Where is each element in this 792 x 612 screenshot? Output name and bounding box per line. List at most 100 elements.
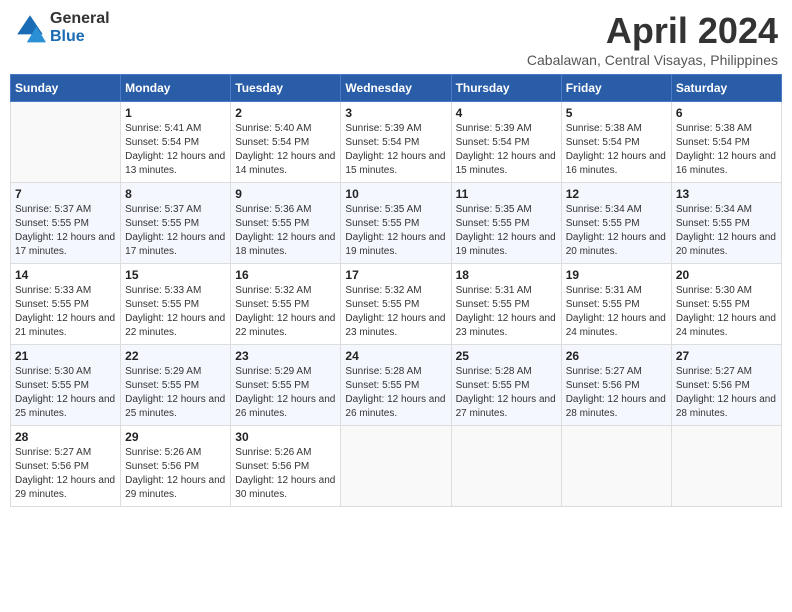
day-info: Sunrise: 5:34 AMSunset: 5:55 PMDaylight:… [566,203,667,259]
day-number: 6 [676,106,777,120]
day-info: Sunrise: 5:26 AMSunset: 5:56 PMDaylight:… [125,446,226,502]
calendar-day-cell: 12 Sunrise: 5:34 AMSunset: 5:55 PMDayligh… [561,183,671,264]
day-number: 16 [235,268,336,282]
day-info: Sunrise: 5:27 AMSunset: 5:56 PMDaylight:… [15,446,116,502]
day-info: Sunrise: 5:40 AMSunset: 5:54 PMDaylight:… [235,122,336,178]
day-number: 14 [15,268,116,282]
calendar-day-cell: 11 Sunrise: 5:35 AMSunset: 5:55 PMDayligh… [451,183,561,264]
day-number: 28 [15,430,116,444]
day-number: 29 [125,430,226,444]
calendar-week-row: 14 Sunrise: 5:33 AMSunset: 5:55 PMDayligh… [11,264,782,345]
day-info: Sunrise: 5:37 AMSunset: 5:55 PMDaylight:… [15,203,116,259]
day-info: Sunrise: 5:32 AMSunset: 5:55 PMDaylight:… [345,284,446,340]
calendar-day-cell: 25 Sunrise: 5:28 AMSunset: 5:55 PMDayligh… [451,345,561,426]
page-header: General Blue April 2024 Cabalawan, Centr… [10,10,782,68]
day-number: 23 [235,349,336,363]
day-number: 1 [125,106,226,120]
day-info: Sunrise: 5:31 AMSunset: 5:55 PMDaylight:… [456,284,557,340]
day-info: Sunrise: 5:35 AMSunset: 5:55 PMDaylight:… [456,203,557,259]
day-number: 15 [125,268,226,282]
calendar-day-cell: 18 Sunrise: 5:31 AMSunset: 5:55 PMDayligh… [451,264,561,345]
weekday-header: Sunday [11,75,121,102]
title-block: April 2024 Cabalawan, Central Visayas, P… [527,10,778,68]
calendar-day-cell: 14 Sunrise: 5:33 AMSunset: 5:55 PMDayligh… [11,264,121,345]
day-number: 13 [676,187,777,201]
calendar-day-cell [341,426,451,507]
day-number: 11 [456,187,557,201]
day-info: Sunrise: 5:30 AMSunset: 5:55 PMDaylight:… [15,365,116,421]
calendar-day-cell: 3 Sunrise: 5:39 AMSunset: 5:54 PMDaylight… [341,102,451,183]
calendar-day-cell: 26 Sunrise: 5:27 AMSunset: 5:56 PMDayligh… [561,345,671,426]
day-info: Sunrise: 5:26 AMSunset: 5:56 PMDaylight:… [235,446,336,502]
day-info: Sunrise: 5:28 AMSunset: 5:55 PMDaylight:… [456,365,557,421]
logo-text: General Blue [50,10,110,45]
day-info: Sunrise: 5:39 AMSunset: 5:54 PMDaylight:… [345,122,446,178]
calendar-day-cell: 28 Sunrise: 5:27 AMSunset: 5:56 PMDayligh… [11,426,121,507]
calendar-day-cell: 27 Sunrise: 5:27 AMSunset: 5:56 PMDayligh… [671,345,781,426]
calendar-day-cell: 10Sunrise: 5:35 AMSunset: 5:55 PMDayligh… [341,183,451,264]
calendar-day-cell: 16 Sunrise: 5:32 AMSunset: 5:55 PMDayligh… [231,264,341,345]
day-number: 10 [345,187,446,201]
day-info: Sunrise: 5:32 AMSunset: 5:55 PMDaylight:… [235,284,336,340]
calendar-day-cell [451,426,561,507]
day-number: 27 [676,349,777,363]
weekday-header: Friday [561,75,671,102]
day-number: 3 [345,106,446,120]
weekday-header: Wednesday [341,75,451,102]
calendar-day-cell: 5Sunrise: 5:38 AMSunset: 5:54 PMDaylight… [561,102,671,183]
logo-general-text: General [50,10,110,28]
calendar-day-cell: 29 Sunrise: 5:26 AMSunset: 5:56 PMDayligh… [121,426,231,507]
logo: General Blue [14,10,110,45]
calendar-day-cell [11,102,121,183]
logo-icon [14,12,46,44]
day-number: 25 [456,349,557,363]
day-number: 2 [235,106,336,120]
logo-blue-text: Blue [50,28,110,46]
day-info: Sunrise: 5:36 AMSunset: 5:55 PMDaylight:… [235,203,336,259]
day-info: Sunrise: 5:34 AMSunset: 5:55 PMDaylight:… [676,203,777,259]
day-info: Sunrise: 5:29 AMSunset: 5:55 PMDaylight:… [125,365,226,421]
day-number: 18 [456,268,557,282]
day-info: Sunrise: 5:33 AMSunset: 5:55 PMDaylight:… [15,284,116,340]
day-info: Sunrise: 5:28 AMSunset: 5:55 PMDaylight:… [345,365,446,421]
day-info: Sunrise: 5:33 AMSunset: 5:55 PMDaylight:… [125,284,226,340]
day-info: Sunrise: 5:31 AMSunset: 5:55 PMDaylight:… [566,284,667,340]
calendar-day-cell: 13 Sunrise: 5:34 AMSunset: 5:55 PMDayligh… [671,183,781,264]
day-number: 7 [15,187,116,201]
calendar-title: April 2024 [527,10,778,52]
day-number: 5 [566,106,667,120]
day-number: 20 [676,268,777,282]
calendar-day-cell: 6Sunrise: 5:38 AMSunset: 5:54 PMDaylight… [671,102,781,183]
calendar-table: SundayMondayTuesdayWednesdayThursdayFrid… [10,74,782,507]
calendar-day-cell: 17 Sunrise: 5:32 AMSunset: 5:55 PMDayligh… [341,264,451,345]
calendar-week-row: 1Sunrise: 5:41 AMSunset: 5:54 PMDaylight… [11,102,782,183]
day-number: 21 [15,349,116,363]
day-number: 8 [125,187,226,201]
weekday-header: Thursday [451,75,561,102]
calendar-location: Cabalawan, Central Visayas, Philippines [527,52,778,68]
day-info: Sunrise: 5:27 AMSunset: 5:56 PMDaylight:… [566,365,667,421]
calendar-day-cell: 7 Sunrise: 5:37 AMSunset: 5:55 PMDaylight… [11,183,121,264]
calendar-day-cell: 4Sunrise: 5:39 AMSunset: 5:54 PMDaylight… [451,102,561,183]
day-number: 22 [125,349,226,363]
day-number: 26 [566,349,667,363]
day-info: Sunrise: 5:27 AMSunset: 5:56 PMDaylight:… [676,365,777,421]
calendar-day-cell: 22 Sunrise: 5:29 AMSunset: 5:55 PMDayligh… [121,345,231,426]
calendar-day-cell: 30 Sunrise: 5:26 AMSunset: 5:56 PMDayligh… [231,426,341,507]
day-number: 30 [235,430,336,444]
weekday-header: Saturday [671,75,781,102]
day-number: 4 [456,106,557,120]
day-number: 19 [566,268,667,282]
day-number: 17 [345,268,446,282]
day-info: Sunrise: 5:29 AMSunset: 5:55 PMDaylight:… [235,365,336,421]
day-info: Sunrise: 5:37 AMSunset: 5:55 PMDaylight:… [125,203,226,259]
calendar-day-cell: 19 Sunrise: 5:31 AMSunset: 5:55 PMDayligh… [561,264,671,345]
calendar-header-row: SundayMondayTuesdayWednesdayThursdayFrid… [11,75,782,102]
calendar-day-cell: 9Sunrise: 5:36 AMSunset: 5:55 PMDaylight… [231,183,341,264]
calendar-day-cell: 1Sunrise: 5:41 AMSunset: 5:54 PMDaylight… [121,102,231,183]
day-number: 12 [566,187,667,201]
day-number: 24 [345,349,446,363]
calendar-day-cell: 15 Sunrise: 5:33 AMSunset: 5:55 PMDayligh… [121,264,231,345]
calendar-day-cell: 8 Sunrise: 5:37 AMSunset: 5:55 PMDaylight… [121,183,231,264]
weekday-header: Tuesday [231,75,341,102]
